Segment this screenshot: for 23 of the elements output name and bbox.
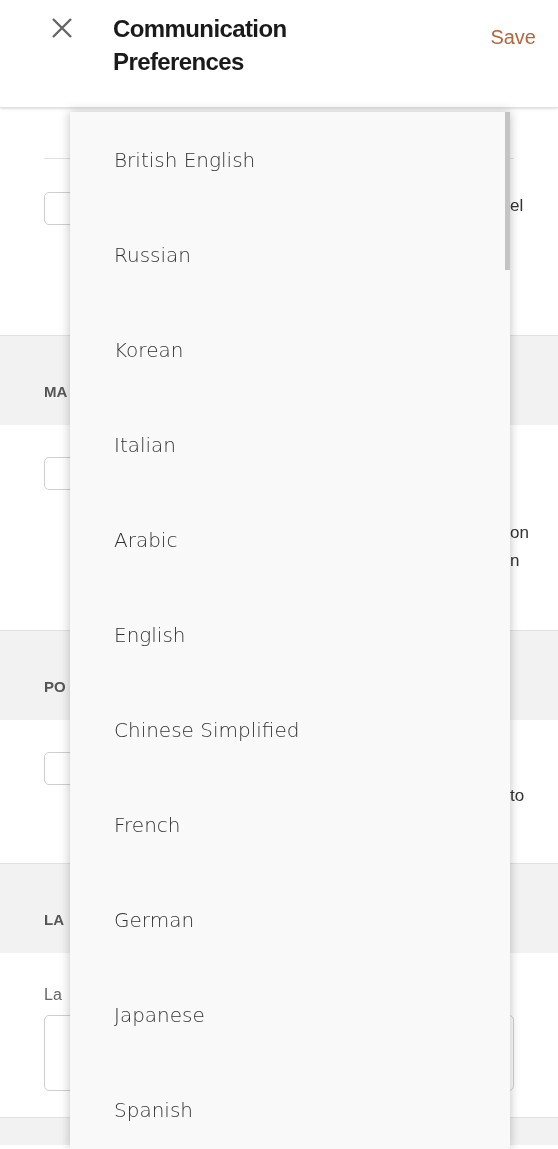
language-option[interactable]: Japanese — [70, 967, 510, 1062]
language-option[interactable]: Italian — [70, 397, 510, 492]
language-option[interactable]: French — [70, 777, 510, 872]
scrollbar[interactable] — [505, 112, 510, 270]
option-text: el — [510, 195, 525, 217]
section-heading: PO — [44, 676, 66, 697]
language-option[interactable]: Spanish — [70, 1062, 510, 1149]
option-text: to — [510, 785, 526, 807]
language-option[interactable]: German — [70, 872, 510, 967]
language-option[interactable]: Arabic — [70, 492, 510, 587]
language-option[interactable]: English — [70, 587, 510, 682]
section-heading: LA — [44, 909, 64, 930]
option-text: n — [510, 550, 521, 572]
field-label: La — [44, 985, 63, 1005]
option-text: on — [510, 522, 530, 544]
page-title: Communication Preferences — [113, 14, 288, 77]
language-option[interactable]: Korean — [70, 302, 510, 397]
save-button[interactable]: Save — [490, 22, 536, 52]
section-heading: MA — [44, 381, 68, 402]
language-option[interactable]: Chinese Simplified — [70, 682, 510, 777]
close-icon — [51, 17, 73, 39]
language-option[interactable]: British English — [70, 112, 510, 207]
language-option[interactable]: Russian — [70, 207, 510, 302]
